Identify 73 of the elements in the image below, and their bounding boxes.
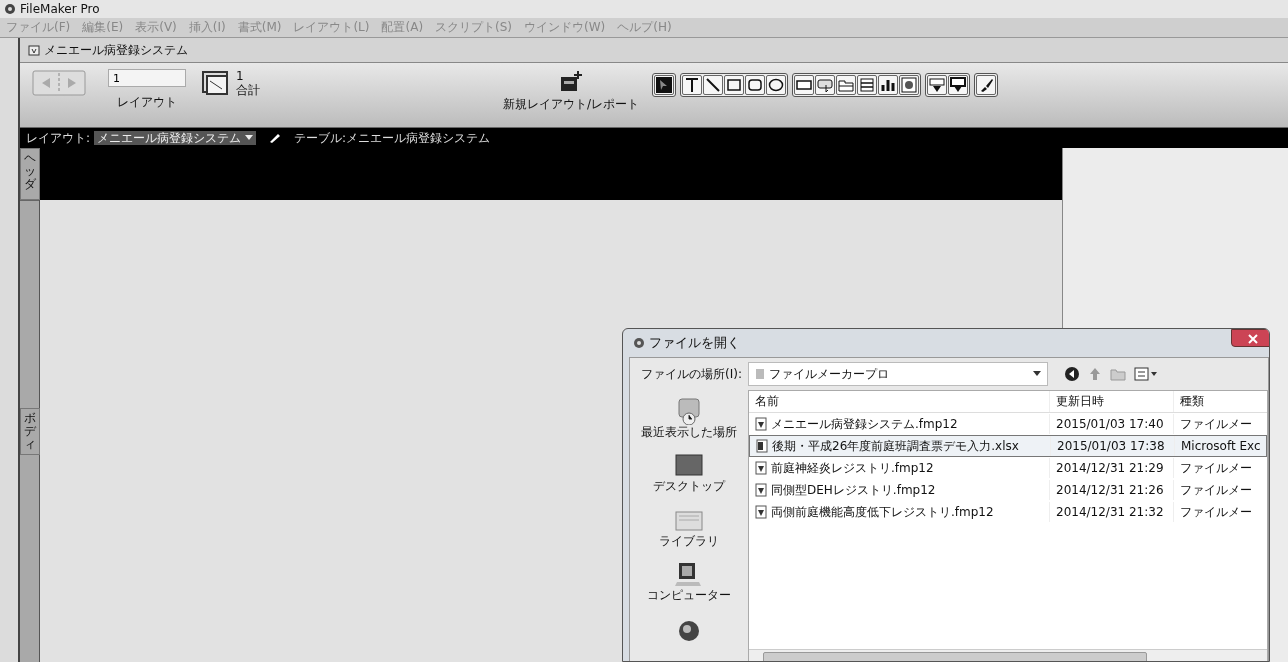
close-button[interactable] — [1231, 329, 1269, 347]
insert-part-icon[interactable] — [927, 75, 947, 95]
file-date: 2014/12/31 21:32 — [1056, 504, 1164, 519]
place-label[interactable]: 最近表示した場所 — [641, 425, 737, 440]
file-type: ファイルメー — [1180, 482, 1252, 497]
file-type: Microsoft Exc — [1181, 438, 1261, 453]
place-label[interactable]: ライブラリ — [659, 533, 719, 549]
table-label: テーブル:メニエール病登録システム — [294, 130, 491, 146]
file-name: メニエール病登録システム.fmp12 — [771, 416, 958, 432]
window-icon — [28, 44, 40, 56]
caret-icon — [1033, 371, 1041, 377]
portal-tool-icon[interactable] — [857, 75, 877, 95]
new-layout-label: 新規レイアウト/レポート — [503, 97, 640, 112]
file-row[interactable]: 後期・平成26年度前庭班調査票デモ入力.xlsx 2015/01/03 17:38 Microsoft Exc — [749, 435, 1267, 457]
file-name: 両側前庭機能高度低下レジストリ.fmp12 — [771, 504, 994, 520]
file-type: ファイルメー — [1180, 416, 1252, 431]
button-tool-icon[interactable] — [815, 75, 835, 95]
line-tool-icon[interactable] — [703, 75, 723, 95]
rounded-rectangle-tool-icon[interactable] — [745, 75, 765, 95]
layout-label: レイアウト — [117, 95, 177, 110]
file-row[interactable]: 前庭神経炎レジストリ.fmp12 2014/12/31 21:29 ファイルメー — [749, 457, 1267, 479]
pencil-icon[interactable] — [268, 132, 283, 144]
record-number-field[interactable]: 1 — [108, 69, 186, 87]
file-name: 同側型DEHレジストリ.fmp12 — [771, 482, 936, 498]
field-tool-icon[interactable] — [794, 75, 814, 95]
file-type: ファイルメー — [1180, 460, 1252, 475]
column-header[interactable]: 名前 — [755, 394, 779, 408]
oval-tool-icon[interactable] — [766, 75, 786, 95]
file-name: 前庭神経炎レジストリ.fmp12 — [771, 460, 934, 476]
layout-label: レイアウト: — [26, 130, 91, 146]
location-label: ファイルの場所(I): — [640, 366, 743, 382]
close-icon — [1247, 333, 1259, 344]
file-icon — [755, 461, 767, 475]
new-layout-icon[interactable] — [559, 69, 583, 93]
place-label[interactable]: デスクトップ — [653, 479, 725, 494]
file-row[interactable]: メニエール病登録システム.fmp12 2015/01/03 17:40 ファイルメー — [749, 413, 1267, 435]
file-name: 後期・平成26年度前庭班調査票デモ入力.xlsx — [772, 438, 1019, 454]
place-label[interactable]: コンピューター — [647, 588, 731, 603]
file-date: 2014/12/31 21:29 — [1056, 460, 1164, 475]
file-date: 2015/01/03 17:40 — [1056, 416, 1164, 431]
dialog-icon — [633, 337, 645, 349]
column-header[interactable]: 種類 — [1180, 394, 1204, 408]
layout-count: 1 — [236, 69, 245, 84]
folder-icon — [755, 368, 765, 380]
file-date: 2015/01/03 17:38 — [1057, 438, 1165, 453]
dialog-title: ファイルを開く — [649, 335, 740, 351]
chart-tool-icon[interactable] — [878, 75, 898, 95]
file-row[interactable]: 両側前庭機能高度低下レジストリ.fmp12 2014/12/31 21:32 ファイルメー — [749, 501, 1267, 523]
file-row[interactable]: 同側型DEHレジストリ.fmp12 2014/12/31 21:26 ファイルメー — [749, 479, 1267, 501]
layout-dropdown[interactable]: メニエール病登録システム — [94, 130, 257, 146]
file-icon — [755, 505, 767, 519]
file-icon — [755, 417, 767, 431]
caret-icon — [245, 135, 254, 142]
file-date: 2014/12/31 21:26 — [1056, 482, 1164, 497]
view-menu-icon[interactable] — [1134, 367, 1158, 381]
window-title: メニエール病登録システム — [44, 42, 188, 58]
back-icon[interactable] — [1064, 366, 1080, 382]
tab-control-tool-icon[interactable] — [836, 75, 856, 95]
location-dropdown[interactable]: ファイルメーカープロ — [748, 362, 1048, 386]
total-label: 合計 — [236, 83, 261, 98]
app-title: FileMaker Pro — [20, 1, 100, 17]
app-icon — [4, 3, 16, 15]
horizontal-scrollbar[interactable] — [749, 649, 1267, 661]
text-tool-icon[interactable] — [682, 75, 702, 95]
insert-part-icon[interactable] — [948, 75, 968, 95]
rectangle-tool-icon[interactable] — [724, 75, 744, 95]
file-type: ファイルメー — [1180, 504, 1252, 519]
part-tab[interactable]: ヘッダ — [20, 148, 40, 200]
file-icon — [756, 439, 768, 453]
web-viewer-tool-icon[interactable] — [899, 75, 919, 95]
file-icon — [755, 483, 767, 497]
column-header[interactable]: 更新日時 — [1056, 394, 1104, 408]
part-tab[interactable]: ボディ — [20, 407, 40, 456]
